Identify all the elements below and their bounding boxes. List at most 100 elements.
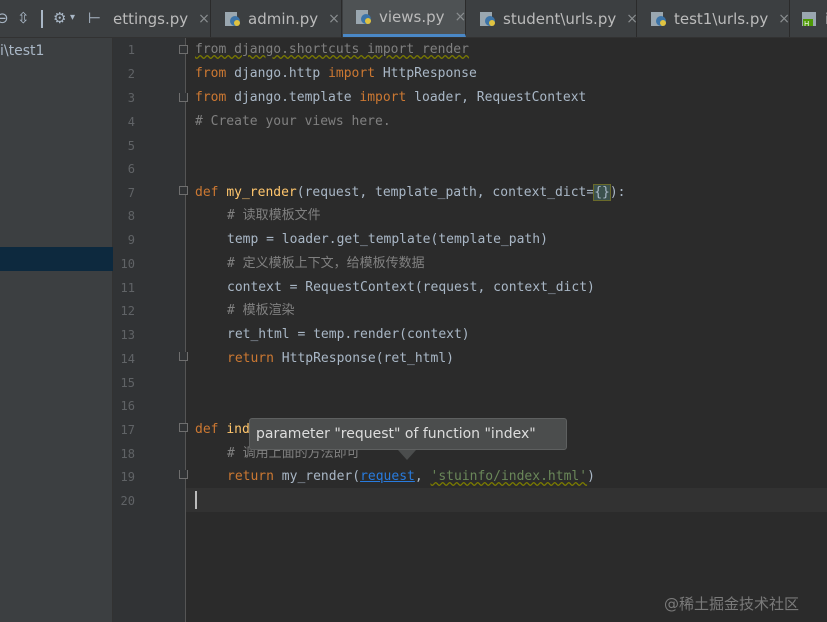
fold-marker[interactable] (179, 93, 188, 102)
project-panel (0, 0, 113, 622)
tab-test1-urls[interactable]: test1\urls.py × (638, 0, 790, 37)
tab-label: student\urls.py (503, 9, 617, 28)
line-number: 5 (127, 139, 135, 153)
line-number: 17 (120, 423, 135, 437)
editor-tab-bar: ettings.py × admin.py × views.py × stude… (113, 0, 827, 38)
tab-label: test1\urls.py (674, 9, 769, 28)
code-text: django.template (226, 90, 360, 105)
parameter-link[interactable]: request (360, 469, 415, 484)
target-icon[interactable]: ⊖ (0, 9, 9, 27)
current-line-highlight (186, 488, 827, 512)
line-number: 12 (120, 304, 135, 318)
code-line-12[interactable]: # 模板渲染 (227, 299, 295, 323)
line-number: 3 (127, 91, 135, 105)
keyword: def (195, 185, 227, 200)
keyword: import (359, 90, 407, 105)
code-text: django.http (226, 66, 329, 81)
tab-views[interactable]: views.py × (343, 0, 466, 37)
project-tree-item[interactable]: i\test1 (0, 42, 44, 60)
code-line-14[interactable]: return HttpResponse(ret_html) (227, 347, 454, 371)
line-number: 7 (127, 186, 135, 200)
tab-label: views.py (379, 8, 445, 26)
matched-brace: {} (593, 184, 611, 201)
line-number: 2 (127, 67, 135, 81)
code-text: my_render( (273, 469, 361, 484)
close-icon[interactable]: × (778, 11, 790, 27)
code-text: ) (587, 469, 595, 484)
code-line-1[interactable]: from django.shortcuts import render (195, 38, 469, 62)
fold-marker[interactable] (179, 470, 188, 479)
line-number: 8 (127, 209, 135, 223)
line-number: 10 (120, 257, 135, 271)
project-toolbar: ⊖ ⇳ ⚙ ▾ ⊢ (0, 0, 113, 38)
tab-settings[interactable]: ettings.py × (113, 0, 211, 37)
tab-html-file[interactable]: H i (791, 0, 827, 37)
function-name: my_render (226, 185, 297, 200)
close-icon[interactable]: × (198, 11, 210, 27)
python-file-icon (479, 10, 497, 28)
code-text: loader, RequestContext (406, 90, 587, 105)
line-number: 4 (127, 115, 135, 129)
code-line-9[interactable]: temp = loader.get_template(template_path… (227, 228, 548, 252)
hide-panel-icon[interactable]: ⊢ (88, 9, 101, 27)
code-line-8[interactable]: # 读取模板文件 (227, 204, 321, 228)
fold-marker[interactable] (179, 186, 188, 195)
code-text: ): (609, 185, 626, 200)
watermark: @稀土掘金技术社区 (664, 595, 800, 613)
close-icon[interactable]: × (455, 9, 467, 25)
keyword: import (328, 66, 376, 81)
python-file-icon (650, 10, 668, 28)
html-file-icon: H (801, 10, 819, 28)
close-icon[interactable]: × (328, 11, 340, 27)
project-tree-selected-row[interactable] (0, 247, 113, 271)
line-number: 13 (120, 328, 135, 342)
code-text: (request, template_path, context_dict= (296, 185, 595, 200)
fold-marker[interactable] (179, 423, 188, 432)
keyword: return (227, 469, 274, 484)
svg-text:H: H (804, 20, 809, 28)
python-file-icon (355, 8, 373, 26)
code-line-2[interactable]: from django.http import HttpResponse (195, 62, 477, 86)
keyword: from (195, 66, 227, 81)
tab-label: ettings.py (113, 9, 189, 28)
line-number: 19 (120, 470, 135, 484)
tab-admin[interactable]: admin.py × (212, 0, 342, 37)
parameter-tooltip: parameter "request" of function "index" (249, 418, 567, 450)
line-number: 6 (127, 162, 135, 176)
text-caret (195, 491, 197, 509)
fold-marker[interactable] (179, 352, 188, 361)
collapse-icon[interactable]: ⇳ (17, 9, 30, 27)
fold-marker[interactable] (179, 45, 188, 54)
line-number: 11 (120, 281, 135, 295)
code-line-7[interactable]: def my_render(request, template_path, co… (195, 181, 626, 205)
code-line-13[interactable]: ret_html = temp.render(context) (227, 323, 470, 347)
code-line-11[interactable]: context = RequestContext(request, contex… (227, 276, 595, 300)
code-text: , (414, 469, 431, 484)
keyword: def (195, 422, 227, 437)
tooltip-arrow (398, 450, 416, 460)
string-literal: 'stuinfo/index.html' (430, 469, 588, 484)
function-name: ind (226, 422, 250, 437)
code-line-19[interactable]: return my_render(request, 'stuinfo/index… (227, 465, 595, 489)
tab-label: admin.py (248, 9, 319, 28)
code-text: HttpResponse(ret_html) (273, 351, 454, 366)
line-number: 20 (120, 494, 135, 508)
python-file-icon (224, 10, 242, 28)
code-line-10[interactable]: # 定义模板上下文，给模板传数据 (227, 252, 425, 276)
line-number: 18 (120, 447, 135, 461)
code-text: HttpResponse (375, 66, 477, 81)
gear-icon[interactable]: ⚙ (53, 9, 66, 27)
line-number: 1 (127, 43, 135, 57)
line-number: 16 (120, 399, 135, 413)
gutter-divider (185, 38, 186, 622)
chevron-down-icon[interactable]: ▾ (70, 9, 75, 27)
close-icon[interactable]: × (626, 11, 638, 27)
code-line-4[interactable]: # Create your views here. (195, 110, 391, 134)
keyword: from (195, 90, 227, 105)
code-line-17[interactable]: def ind (195, 418, 250, 442)
line-number: 15 (120, 376, 135, 390)
line-number: 9 (127, 233, 135, 247)
keyword: return (227, 351, 274, 366)
tab-student-urls[interactable]: student\urls.py × (467, 0, 638, 37)
code-line-3[interactable]: from django.template import loader, Requ… (195, 86, 586, 110)
